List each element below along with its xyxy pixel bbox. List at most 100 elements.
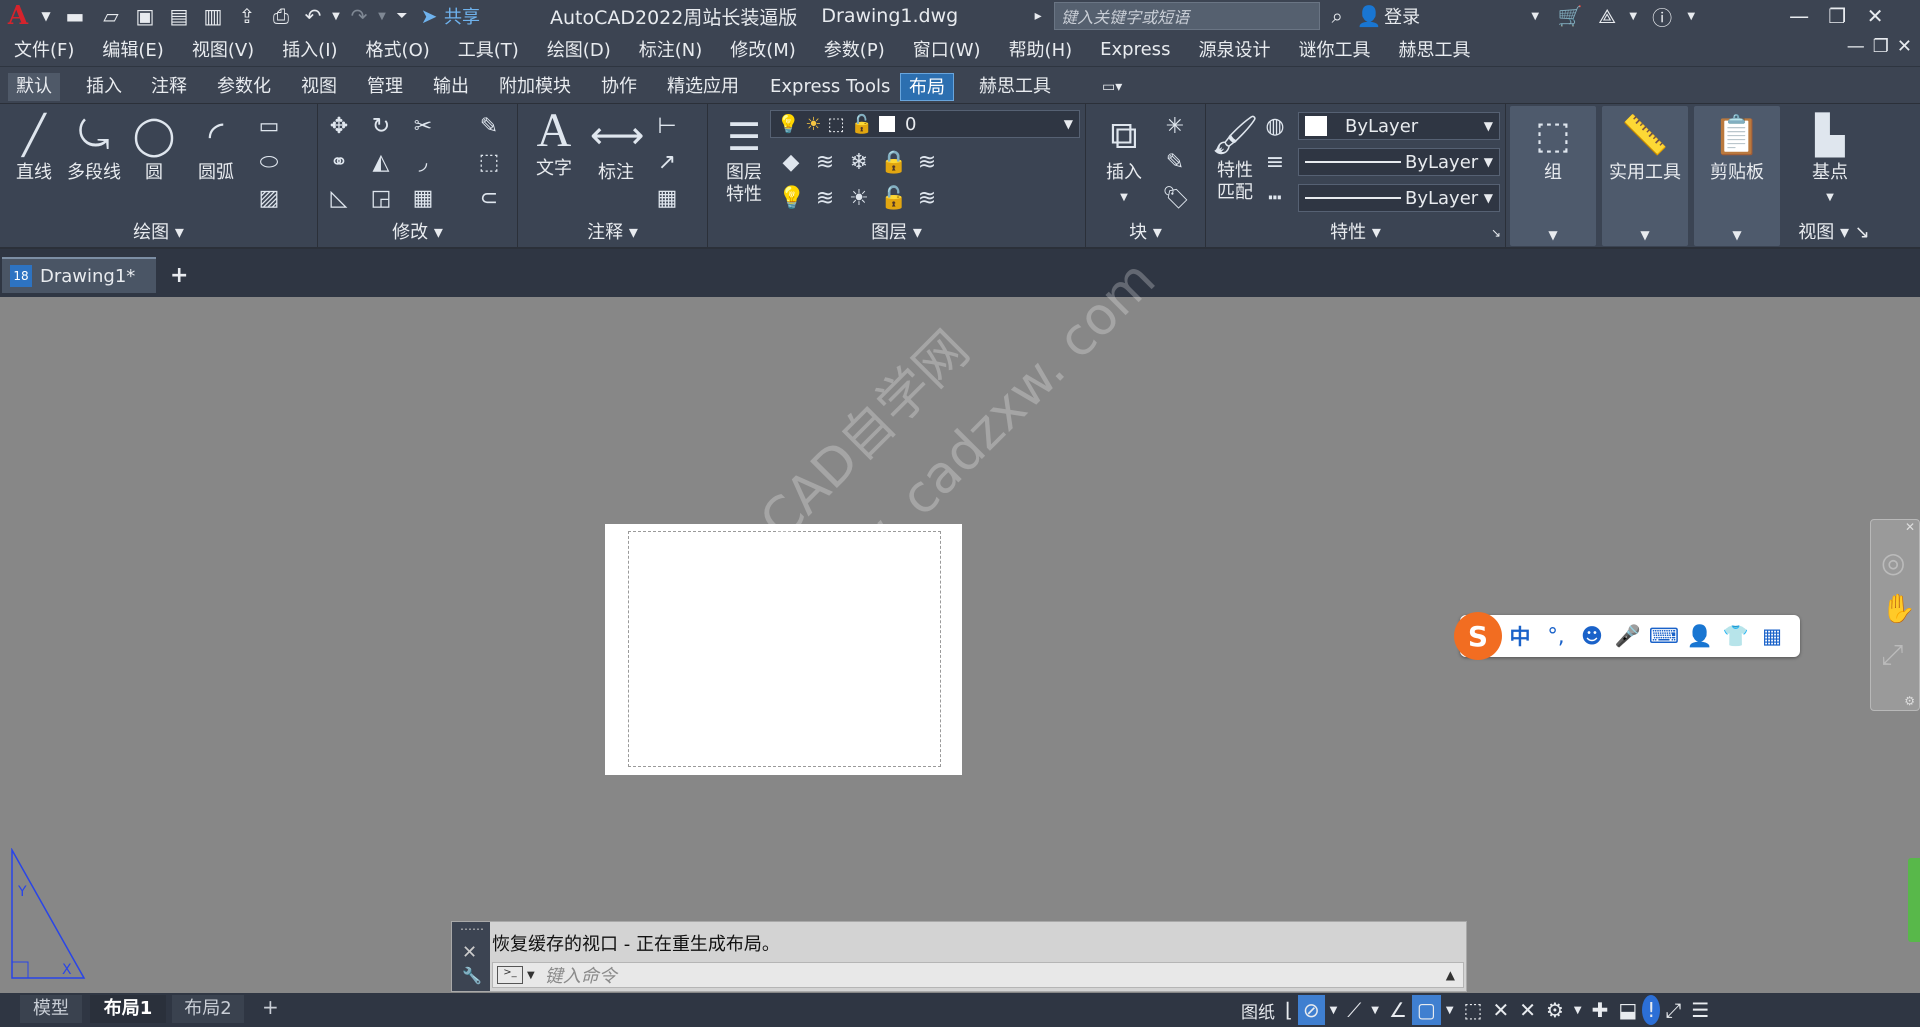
search-icon[interactable]: ⌕: [1320, 2, 1354, 30]
properties-launcher-icon[interactable]: ↘: [1491, 226, 1501, 240]
tab-parametric[interactable]: 参数化: [209, 73, 279, 101]
customize-qat-icon[interactable]: ⏷: [390, 2, 414, 30]
notification-icon[interactable]: !: [1642, 995, 1661, 1025]
user-center-icon[interactable]: 👤: [1682, 624, 1718, 649]
menu-item[interactable]: 参数(P): [810, 36, 899, 62]
units-icon[interactable]: ⬓: [1613, 995, 1642, 1025]
explode-icon[interactable]: ⬚: [476, 150, 502, 176]
navbar-close-icon[interactable]: ✕: [1905, 520, 1915, 534]
object-snap-dropdown-icon[interactable]: ▼: [1441, 995, 1459, 1025]
layer-lock-icon[interactable]: 🔒: [880, 150, 907, 176]
tab-annotate[interactable]: 注释: [143, 73, 195, 101]
isodraft-icon[interactable]: ⟋: [1342, 995, 1366, 1025]
command-recent-dropdown-icon[interactable]: ▼: [527, 970, 535, 981]
undo-dropdown-icon[interactable]: ▼: [328, 2, 344, 30]
a360-icon[interactable]: ⟁: [1590, 2, 1624, 30]
undo-icon[interactable]: ↶: [298, 2, 328, 30]
export-icon[interactable]: ⇪: [230, 2, 264, 30]
fillet-icon[interactable]: ◞: [410, 150, 436, 176]
panel-clipboard[interactable]: 📋 剪贴板 ▼: [1694, 106, 1780, 246]
array-icon[interactable]: ▦: [410, 186, 436, 212]
layer-on-icon[interactable]: 💡: [778, 186, 805, 212]
polar-dropdown-icon[interactable]: ▼: [1325, 995, 1343, 1025]
redo-icon[interactable]: ↷: [344, 2, 374, 30]
edit-block-icon[interactable]: ✎: [1162, 150, 1188, 176]
layer-unisolate-icon[interactable]: ≋: [812, 186, 838, 212]
zoom-extents-icon[interactable]: ⤢: [1881, 638, 1903, 672]
trim-icon[interactable]: ✂: [410, 114, 436, 140]
layer-isolate-icon[interactable]: ≋: [812, 150, 838, 176]
publish-icon[interactable]: ▥: [196, 2, 230, 30]
help-dropdown-icon[interactable]: ▼: [1682, 2, 1700, 30]
polyline-tool[interactable]: ⤿ 多段线: [64, 112, 124, 184]
login-dropdown-icon[interactable]: ▼: [1520, 2, 1550, 30]
color-dropdown[interactable]: ByLayer ▼: [1298, 112, 1500, 140]
rectangle-icon[interactable]: ▭: [256, 114, 282, 140]
restore-icon[interactable]: ❐: [1818, 2, 1856, 30]
text-tool[interactable]: A 文字: [528, 107, 580, 180]
tab-hesi-tools[interactable]: 赫思工具: [971, 73, 1059, 101]
doc-restore-icon[interactable]: ❐: [1873, 36, 1889, 57]
object-snap-tracking-icon[interactable]: ∠: [1384, 995, 1412, 1025]
menu-item[interactable]: 格式(O): [352, 36, 444, 62]
command-customize-icon[interactable]: 🔧: [462, 966, 482, 985]
help-icon[interactable]: ⓘ: [1642, 2, 1682, 30]
menu-item[interactable]: 文件(F): [0, 36, 88, 62]
tab-manage[interactable]: 管理: [359, 73, 411, 101]
erase-icon[interactable]: ✎: [476, 114, 502, 140]
doc-minimize-icon[interactable]: —: [1847, 36, 1865, 57]
menu-item[interactable]: 谜你工具: [1284, 36, 1384, 62]
app-logo-icon[interactable]: A: [0, 1, 36, 31]
doc-close-icon[interactable]: ✕: [1897, 36, 1912, 57]
command-prompt-icon[interactable]: >_: [497, 966, 523, 984]
skin-shirt-icon[interactable]: 👕: [1718, 624, 1754, 649]
menu-item[interactable]: 源泉设计: [1184, 36, 1284, 62]
create-block-icon[interactable]: ✳: [1162, 114, 1188, 140]
menu-item[interactable]: 标注(N): [625, 36, 717, 62]
rotate-icon[interactable]: ↻: [368, 114, 394, 140]
add-layout-plus-icon[interactable]: +: [262, 995, 279, 1019]
new-tab-plus-icon[interactable]: +: [170, 263, 188, 288]
layer-properties-tool[interactable]: ☰ 图层 特性: [714, 112, 774, 206]
tab-output[interactable]: 输出: [425, 73, 477, 101]
ribbon-toggle-icon[interactable]: ▭▾: [1094, 73, 1130, 101]
snap-grid-icon[interactable]: ⌊: [1280, 995, 1298, 1025]
command-history-toggle-icon[interactable]: ▲: [1446, 968, 1455, 982]
polar-tracking-icon[interactable]: ⊘: [1297, 995, 1325, 1025]
cart-icon[interactable]: 🛒: [1550, 2, 1590, 30]
menu-item[interactable]: 修改(M): [716, 36, 810, 62]
a360-dropdown-icon[interactable]: ▼: [1624, 2, 1642, 30]
paper-space-toggle[interactable]: 图纸: [1236, 995, 1280, 1025]
login-label[interactable]: 登录: [1384, 2, 1420, 30]
properties-panel-title[interactable]: 特性 ▾: [1206, 218, 1505, 244]
menu-item[interactable]: 视图(V): [178, 36, 268, 62]
draw-panel-title[interactable]: 绘图 ▾: [0, 218, 317, 244]
layer-match-icon[interactable]: ≋: [914, 150, 940, 176]
panel-group[interactable]: ⬚ 组 ▼: [1510, 106, 1596, 246]
workspace-dropdown-icon[interactable]: ▼: [1569, 995, 1587, 1025]
menu-item[interactable]: 窗口(W): [899, 36, 995, 62]
auto-scale-icon[interactable]: ✕: [1514, 995, 1541, 1025]
close-icon[interactable]: ✕: [1856, 2, 1894, 30]
user-icon[interactable]: 👤: [1354, 2, 1384, 30]
lineweight-icon[interactable]: ≡: [1262, 150, 1288, 176]
layer-unlock-icon[interactable]: 🔓: [880, 186, 907, 212]
linetype-icon[interactable]: ┅: [1262, 186, 1288, 212]
scale-icon[interactable]: ◲: [368, 186, 394, 212]
menu-item[interactable]: 工具(T): [444, 36, 533, 62]
tab-collaborate[interactable]: 协作: [593, 73, 645, 101]
tab-view[interactable]: 视图: [293, 73, 345, 101]
layer-dropdown[interactable]: 💡 ☀ ⬚ 🔓 0 ▼: [770, 110, 1080, 138]
tab-featured-apps[interactable]: 精选应用: [659, 73, 747, 101]
new-file-icon[interactable]: ▬: [56, 2, 94, 30]
fullscreen-icon[interactable]: ⤢: [1660, 995, 1686, 1025]
tab-insert[interactable]: 插入: [78, 73, 130, 101]
circle-tool[interactable]: ◯ 圆: [128, 112, 180, 184]
layer-walk-icon[interactable]: ≋: [914, 186, 940, 212]
redo-dropdown-icon[interactable]: ▼: [374, 2, 390, 30]
menu-item[interactable]: Express: [1086, 39, 1184, 60]
mirror-icon[interactable]: ◭: [368, 150, 394, 176]
workspace-gear-icon[interactable]: ⚙: [1541, 995, 1569, 1025]
open-folder-icon[interactable]: ▱: [94, 2, 128, 30]
app-menu-chevron-icon[interactable]: ▼: [36, 2, 56, 30]
